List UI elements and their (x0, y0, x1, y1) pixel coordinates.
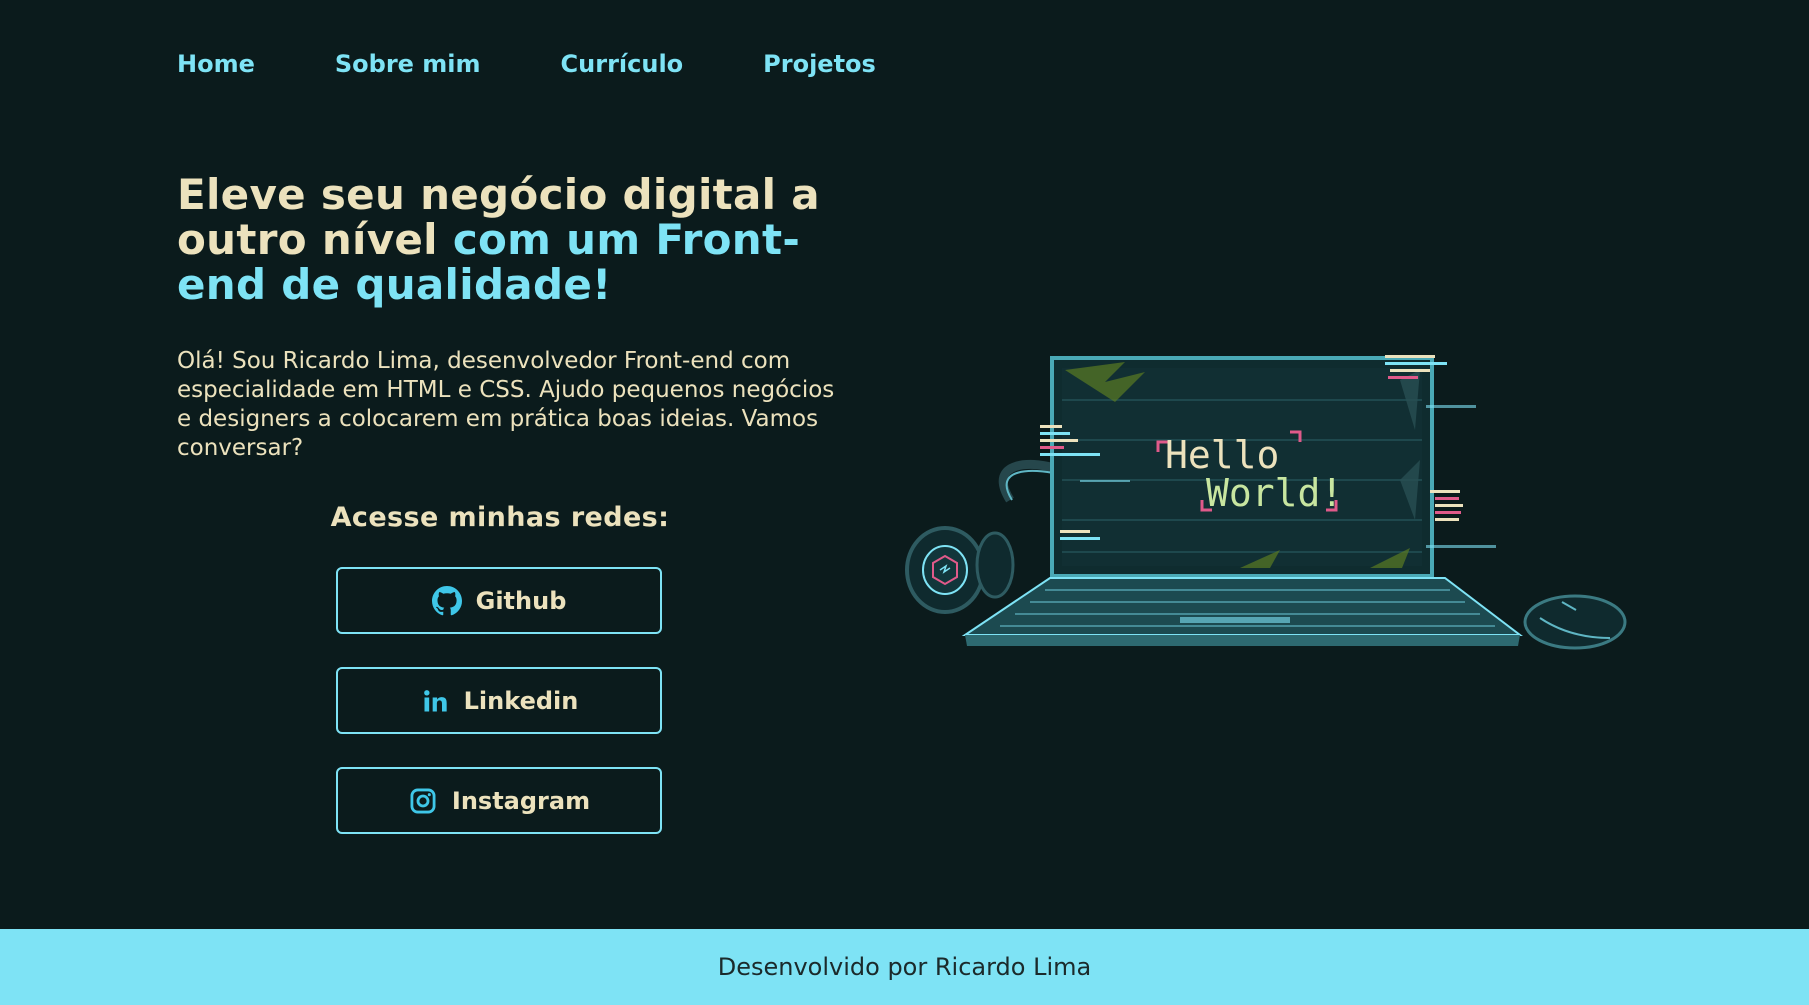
github-label: Github (475, 586, 567, 615)
github-button[interactable]: Github (336, 567, 662, 634)
github-icon (431, 585, 462, 616)
laptop-keyboard (961, 577, 1523, 646)
linkedin-icon (420, 686, 450, 716)
footer-text: Desenvolvido por Ricardo Lima (717, 953, 1092, 981)
linkedin-button[interactable]: Linkedin (336, 667, 662, 734)
laptop-screen: Hello World! (1040, 355, 1496, 578)
main-nav: Home Sobre mim Currículo Projetos (177, 50, 876, 78)
screen-world-text: World! (1206, 471, 1343, 515)
nav-projetos[interactable]: Projetos (763, 50, 876, 78)
intro-text: Olá! Sou Ricardo Lima, desenvolvedor Fro… (177, 348, 835, 461)
mouse-icon (1523, 594, 1627, 650)
nav-curriculo[interactable]: Currículo (561, 50, 684, 78)
nav-home[interactable]: Home (177, 50, 255, 78)
page: Home Sobre mim Currículo Projetos Eleve … (0, 0, 1809, 1005)
hero-title: Eleve seu negócio digital a outro nível … (177, 172, 857, 307)
instagram-icon (408, 786, 438, 816)
linkedin-label: Linkedin (463, 686, 579, 715)
instagram-label: Instagram (451, 786, 591, 815)
instagram-button[interactable]: Instagram (336, 767, 662, 834)
nav-sobre-mim[interactable]: Sobre mim (335, 50, 481, 78)
laptop-illustration: Hello World! (905, 355, 1627, 650)
social-title: Acesse minhas redes: (330, 502, 670, 533)
footer: Desenvolvido por Ricardo Lima (0, 929, 1809, 1005)
